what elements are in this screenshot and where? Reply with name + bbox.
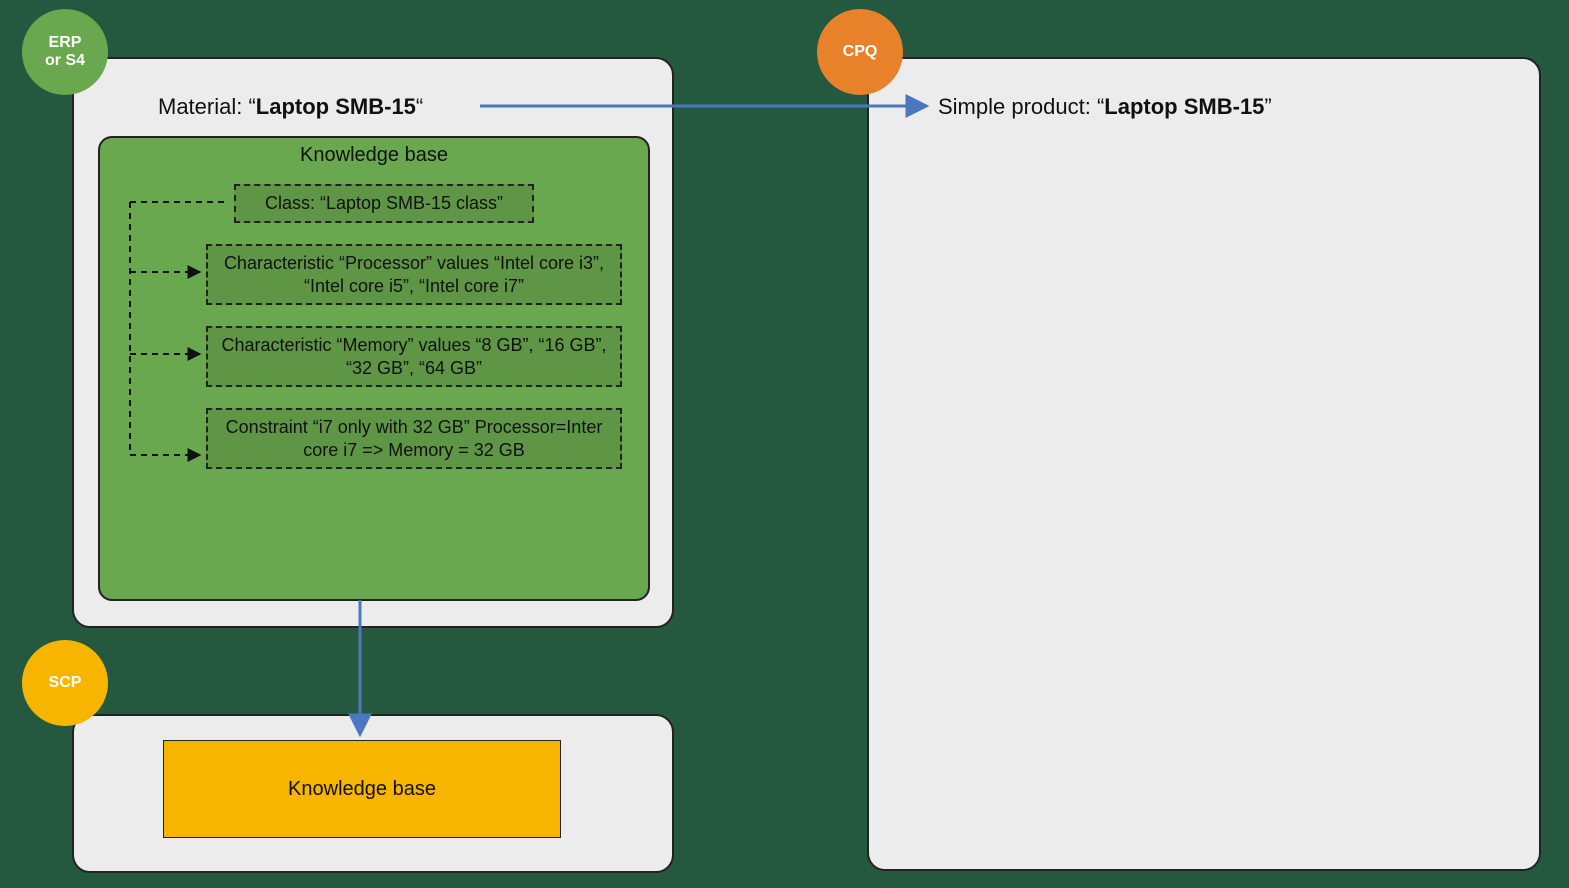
cpq-product-prefix: Simple product: “ [938, 94, 1104, 119]
erp-material-prefix: Material: “ [158, 94, 256, 119]
kb-characteristic-processor: Characteristic “Processor” values “Intel… [206, 244, 622, 305]
cpq-badge: CPQ [817, 9, 903, 95]
kb-constraint: Constraint “i7 only with 32 GB” Processo… [206, 408, 622, 469]
erp-badge: ERP or S4 [22, 9, 108, 95]
cpq-panel [867, 57, 1541, 871]
cpq-product-suffix: ” [1264, 94, 1271, 119]
erp-kb-title: Knowledge base [100, 144, 648, 167]
erp-knowledge-base-box: Knowledge base Class: “Laptop SMB-15 cla… [98, 136, 650, 601]
kb-characteristic-memory: Characteristic “Memory” values “8 GB”, “… [206, 326, 622, 387]
cpq-product-title: Simple product: “Laptop SMB-15” [938, 94, 1272, 120]
cpq-product-name: Laptop SMB-15 [1104, 94, 1264, 119]
kb-class-box: Class: “Laptop SMB-15 class” [234, 184, 534, 223]
erp-material-suffix: “ [416, 94, 423, 119]
scp-badge: SCP [22, 640, 108, 726]
erp-material-title: Material: “Laptop SMB-15“ [158, 94, 423, 120]
erp-material-name: Laptop SMB-15 [256, 94, 416, 119]
scp-knowledge-base-box: Knowledge base [163, 740, 561, 838]
scp-kb-label: Knowledge base [288, 778, 436, 801]
